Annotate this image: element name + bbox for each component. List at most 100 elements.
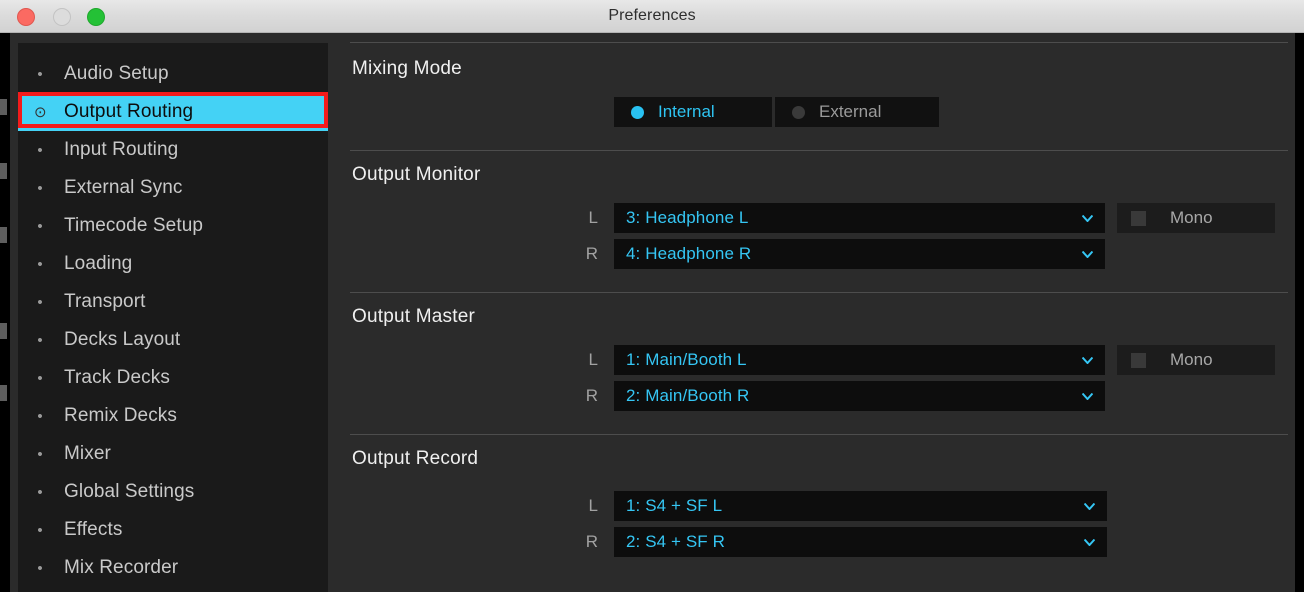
selected-bullet-icon: ⊙ bbox=[34, 105, 46, 120]
master-mono-label: Mono bbox=[1170, 350, 1213, 370]
master-left-row: L 1: Main/Booth L bbox=[572, 345, 1105, 375]
monitor-right-value: 4: Headphone R bbox=[626, 244, 751, 264]
section-divider bbox=[350, 434, 1288, 435]
section-title-mixing-mode: Mixing Mode bbox=[352, 58, 462, 80]
sidebar-item-track-decks[interactable]: • Track Decks bbox=[18, 359, 328, 397]
record-left-dropdown[interactable]: 1: S4 + SF L bbox=[614, 491, 1107, 521]
radio-external[interactable]: External bbox=[775, 97, 939, 127]
checkbox-icon bbox=[1131, 211, 1146, 226]
bullet-icon: • bbox=[34, 67, 46, 82]
radio-dot-icon bbox=[792, 106, 805, 119]
bullet-icon: • bbox=[34, 333, 46, 348]
master-left-dropdown[interactable]: 1: Main/Booth L bbox=[614, 345, 1105, 375]
sidebar-item-mix-recorder[interactable]: • Mix Recorder bbox=[18, 549, 328, 587]
radio-internal[interactable]: Internal bbox=[614, 97, 772, 127]
bullet-icon: • bbox=[34, 409, 46, 424]
monitor-mono-checkbox[interactable]: Mono bbox=[1117, 203, 1275, 233]
sidebar-item-global-settings[interactable]: • Global Settings bbox=[18, 473, 328, 511]
sidebar-item-label: External Sync bbox=[64, 177, 183, 199]
record-right-value: 2: S4 + SF R bbox=[626, 532, 725, 552]
preferences-content: Mixing Mode Internal External Output Mon… bbox=[328, 33, 1295, 592]
channel-label-right: R bbox=[572, 244, 598, 264]
mixing-mode-radio-group: Internal External bbox=[614, 97, 939, 127]
record-right-row: R 2: S4 + SF R bbox=[572, 527, 1107, 557]
channel-label-left: L bbox=[572, 208, 598, 228]
sidebar-item-label: Decks Layout bbox=[64, 329, 180, 351]
channel-label-left: L bbox=[572, 496, 598, 516]
monitor-mono-label: Mono bbox=[1170, 208, 1213, 228]
sidebar-item-external-sync[interactable]: • External Sync bbox=[18, 169, 328, 207]
chevron-down-icon bbox=[1082, 357, 1093, 364]
checkbox-icon bbox=[1131, 353, 1146, 368]
master-left-value: 1: Main/Booth L bbox=[626, 350, 747, 370]
monitor-left-row: L 3: Headphone L bbox=[572, 203, 1105, 233]
master-right-row: R 2: Main/Booth R bbox=[572, 381, 1105, 411]
bullet-icon: • bbox=[34, 181, 46, 196]
master-right-dropdown[interactable]: 2: Main/Booth R bbox=[614, 381, 1105, 411]
bullet-icon: • bbox=[34, 143, 46, 158]
master-mono-checkbox[interactable]: Mono bbox=[1117, 345, 1275, 375]
sidebar-item-loading[interactable]: •Loading bbox=[18, 245, 328, 283]
sidebar-item-input-routing[interactable]: • Input Routing bbox=[18, 131, 328, 169]
sidebar-item-label: Output Routing bbox=[64, 101, 193, 123]
sidebar-item-decks-layout[interactable]: • Decks Layout bbox=[18, 321, 328, 359]
section-divider bbox=[350, 150, 1288, 151]
sidebar-item-label: Input Routing bbox=[64, 139, 178, 161]
chevron-down-icon bbox=[1082, 393, 1093, 400]
sidebar-item-timecode-setup[interactable]: • Timecode Setup bbox=[18, 207, 328, 245]
title-bar: Preferences bbox=[0, 0, 1304, 33]
section-title-output-master: Output Master bbox=[352, 306, 475, 328]
monitor-right-dropdown[interactable]: 4: Headphone R bbox=[614, 239, 1105, 269]
sidebar-item-label: Timecode Setup bbox=[64, 215, 203, 237]
monitor-left-dropdown[interactable]: 3: Headphone L bbox=[614, 203, 1105, 233]
monitor-left-value: 3: Headphone L bbox=[626, 208, 748, 228]
record-right-dropdown[interactable]: 2: S4 + SF R bbox=[614, 527, 1107, 557]
record-left-value: 1: S4 + SF L bbox=[626, 496, 722, 516]
monitor-right-row: R 4: Headphone R bbox=[572, 239, 1105, 269]
window-frame-right bbox=[1295, 33, 1304, 592]
sidebar-list: • Audio Setup ⊙ Output Routing • Input Routin… bbox=[18, 43, 328, 587]
section-divider bbox=[350, 42, 1288, 43]
master-right-value: 2: Main/Booth R bbox=[626, 386, 749, 406]
sidebar-item-audio-setup[interactable]: • Audio Setup bbox=[18, 55, 328, 93]
sidebar-item-label: Remix Decks bbox=[64, 405, 177, 427]
sidebar-item-label: Track Decks bbox=[64, 367, 170, 389]
bullet-icon: • bbox=[34, 295, 46, 310]
sidebar-item-label: Transport bbox=[64, 291, 146, 313]
sidebar-item-mixer[interactable]: • Mixer bbox=[18, 435, 328, 473]
sidebar-item-label: Audio Setup bbox=[64, 63, 169, 85]
window-title: Preferences bbox=[0, 0, 1304, 32]
radio-dot-icon bbox=[631, 106, 644, 119]
sidebar-item-label: Mix Recorder bbox=[64, 557, 178, 579]
section-divider bbox=[350, 292, 1288, 293]
chevron-down-icon bbox=[1084, 503, 1095, 510]
section-title-output-monitor: Output Monitor bbox=[352, 164, 480, 186]
section-title-output-record: Output Record bbox=[352, 448, 478, 470]
channel-label-left: L bbox=[572, 350, 598, 370]
window-frame-left bbox=[0, 33, 10, 592]
bullet-icon: • bbox=[34, 257, 46, 272]
sidebar-item-label: Mixer bbox=[64, 443, 111, 465]
chevron-down-icon bbox=[1082, 251, 1093, 258]
channel-label-right: R bbox=[572, 532, 598, 552]
radio-internal-label: Internal bbox=[658, 102, 715, 122]
bullet-icon: • bbox=[34, 561, 46, 576]
sidebar-item-transport[interactable]: • Transport bbox=[18, 283, 328, 321]
bullet-icon: • bbox=[34, 219, 46, 234]
chevron-down-icon bbox=[1084, 539, 1095, 546]
sidebar-item-label: Effects bbox=[64, 519, 122, 541]
bullet-icon: • bbox=[34, 371, 46, 386]
bullet-icon: • bbox=[34, 523, 46, 538]
bullet-icon: • bbox=[34, 485, 46, 500]
record-left-row: L 1: S4 + SF L bbox=[572, 491, 1107, 521]
sidebar-item-label: Global Settings bbox=[64, 481, 194, 503]
radio-external-label: External bbox=[819, 102, 881, 122]
sidebar-item-effects[interactable]: • Effects bbox=[18, 511, 328, 549]
bullet-icon: • bbox=[34, 447, 46, 462]
sidebar-item-remix-decks[interactable]: • Remix Decks bbox=[18, 397, 328, 435]
preferences-sidebar: • Audio Setup ⊙ Output Routing • Input Routin… bbox=[18, 43, 328, 592]
sidebar-item-output-routing[interactable]: ⊙ Output Routing bbox=[18, 93, 328, 131]
chevron-down-icon bbox=[1082, 215, 1093, 222]
window-body: • Audio Setup ⊙ Output Routing • Input Routin… bbox=[0, 33, 1304, 592]
preferences-window: Preferences •Audio Setup⊙Output Routing•… bbox=[0, 0, 1304, 592]
